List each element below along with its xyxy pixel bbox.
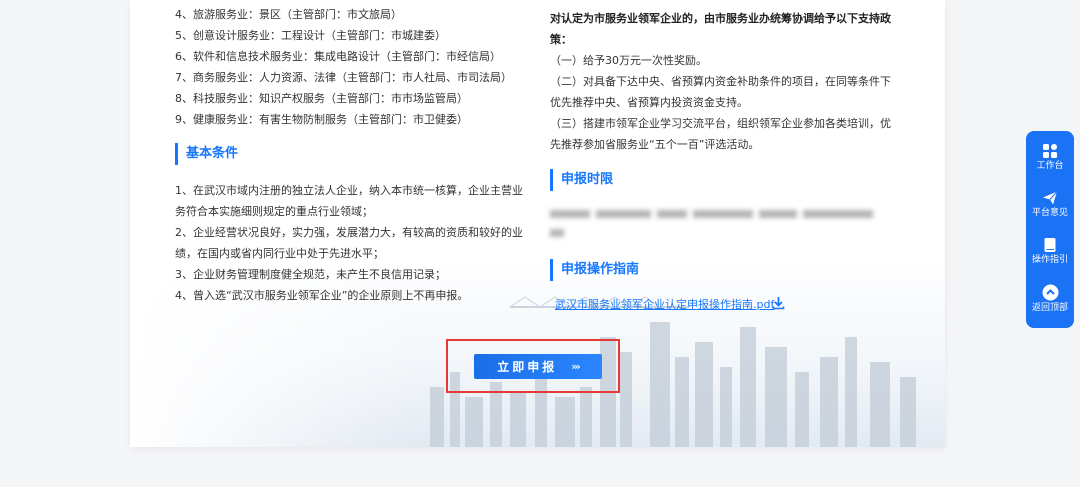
list-item: （二）对具备下达中央、省预算内资金补助条件的项目，在同等条件下优先推荐中央、省预… (550, 75, 891, 109)
section-title-apply-guide: 申报操作指南 (550, 259, 639, 281)
toolbar-label: 返回顶部 (1031, 303, 1068, 313)
send-icon (1043, 191, 1058, 205)
grid-icon (1043, 144, 1057, 158)
redacted-apply-time-text (550, 203, 895, 243)
list-item: （一）给予30万元一次性奖励。 (550, 54, 707, 67)
guide-pdf-link[interactable]: 武汉市服务业领军企业认定申报操作指南.pdf (555, 296, 774, 312)
list-item: 2、企业经营状况良好，实力强，发展潜力大，有较高的资质和较好的业绩，在国内或省内… (175, 226, 523, 260)
chevron-up-icon (1042, 284, 1058, 301)
section-title-apply-time: 申报时限 (550, 169, 613, 191)
section-title-basic-conditions: 基本条件 (175, 143, 238, 165)
list-item: 4、曾入选“武汉市服务业领军企业”的企业原则上不再申报。 (175, 289, 469, 302)
list-item: （三）搭建市领军企业学习交流平台，组织领军企业参加各类培训，优先推荐参加省服务业… (550, 117, 891, 151)
list-item: 3、企业财务管理制度健全规范，未产生不良信用记录； (175, 268, 446, 281)
toolbar-label: 操作指引 (1031, 255, 1068, 265)
chevron-right-icon: ››› (571, 360, 581, 373)
download-icon[interactable] (772, 296, 785, 310)
list-item: 5、创意设计服务业：工程设计（主管部门：市城建委） (175, 29, 446, 42)
basic-conditions-list: 1、在武汉市域内注册的独立法人企业，纳入本市统一核算，企业主营业务符合本实施细则… (175, 180, 527, 306)
industry-list: 4、旅游服务业：景区（主管部门：市文旅局） 5、创意设计服务业：工程设计（主管部… (175, 4, 512, 130)
book-icon (1044, 238, 1056, 252)
support-policy-intro: 对认定为市服务业领军企业的，由市服务业办统筹协调给予以下支持政策： (550, 12, 891, 46)
list-item: 9、健康服务业：有害生物防制服务（主管部门：市卫健委） (175, 113, 468, 126)
toolbar-item-back-to-top[interactable]: 返回顶部 (1026, 278, 1074, 322)
toolbar-item-guide[interactable]: 操作指引 (1026, 231, 1074, 275)
toolbar-label: 工作台 (1036, 161, 1064, 171)
toolbar-label: 平台意见 (1031, 208, 1068, 218)
apply-button-label: 立即申报 (497, 360, 558, 374)
floating-toolbar: 工作台 平台意见 操作指引 返回顶部 (1026, 131, 1074, 328)
list-item: 4、旅游服务业：景区（主管部门：市文旅局） (175, 8, 402, 21)
apply-now-button[interactable]: 立即申报 ››› (474, 354, 602, 379)
list-item: 6、软件和信息技术服务业：集成电路设计（主管部门：市经信局） (175, 50, 501, 63)
toolbar-item-feedback[interactable]: 平台意见 (1026, 184, 1074, 228)
list-item: 7、商务服务业：人力资源、法律（主管部门：市人社局、市司法局） (175, 71, 512, 84)
list-item: 1、在武汉市域内注册的独立法人企业，纳入本市统一核算，企业主营业务符合本实施细则… (175, 184, 523, 218)
list-item: 8、科技服务业：知识产权服务（主管部门：市市场监管局） (175, 92, 468, 105)
toolbar-item-workbench[interactable]: 工作台 (1026, 137, 1074, 181)
support-policy: 对认定为市服务业领军企业的，由市服务业办统筹协调给予以下支持政策： （一）给予3… (550, 8, 895, 155)
